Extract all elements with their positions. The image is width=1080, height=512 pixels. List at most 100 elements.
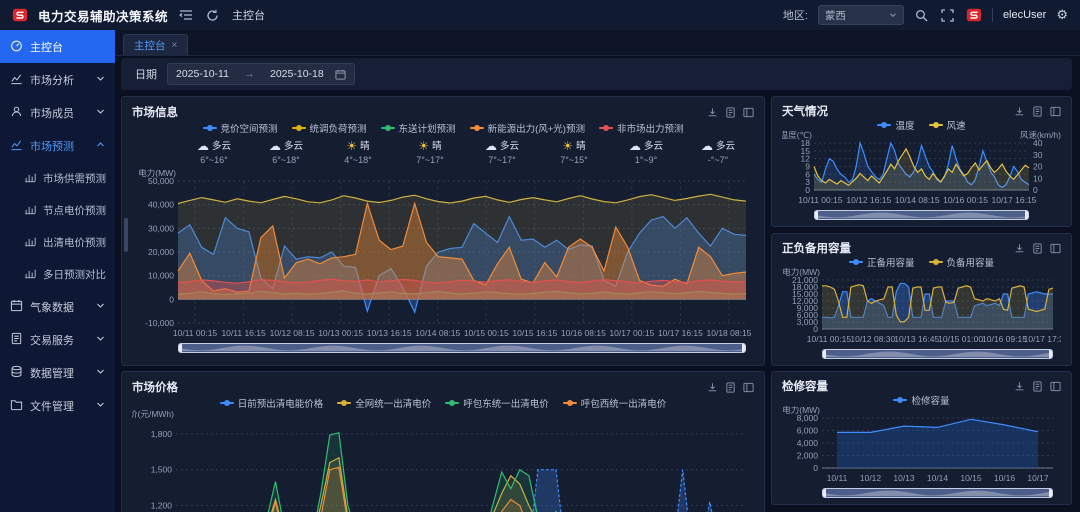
report-icon[interactable] bbox=[725, 107, 736, 118]
sun-icon: ☀ bbox=[418, 139, 429, 153]
svg-text:10/17 00:15: 10/17 00:15 bbox=[609, 328, 654, 338]
svg-text:10/13 16:45: 10/13 16:45 bbox=[894, 334, 939, 344]
username[interactable]: elecUser bbox=[1003, 9, 1046, 21]
sidebar-subitem-市场供需预测[interactable]: 市场供需预测 bbox=[0, 162, 115, 194]
panel-weather: 天气情况 温度风速 0369121518010203040温度(℃)风速(km/… bbox=[771, 96, 1072, 227]
chart-price: 9001,2001,5001,800电价(元/MWh) bbox=[132, 410, 754, 512]
datazoom-slider[interactable] bbox=[814, 210, 1029, 220]
sidebar-item-气象数据[interactable]: 气象数据 bbox=[0, 290, 115, 323]
svg-text:1,200: 1,200 bbox=[151, 500, 173, 510]
svg-text:10/14 08:15: 10/14 08:15 bbox=[895, 195, 940, 205]
chart-maintenance: 02,0004,0006,0008,000电力(MW)10/1110/1210/… bbox=[782, 406, 1061, 484]
legend-item-正备用容量[interactable]: 正备用容量 bbox=[849, 255, 915, 269]
legend-item-呼包西统一出清电价[interactable]: 呼包西统一出清电价 bbox=[563, 396, 667, 410]
legend-item-温度[interactable]: 温度 bbox=[877, 118, 914, 132]
sidebar-item-文件管理[interactable]: 文件管理 bbox=[0, 389, 115, 422]
card-toggle-icon[interactable] bbox=[743, 107, 754, 118]
card-toggle-icon[interactable] bbox=[743, 382, 754, 393]
weather-day: ☁多云6°~16° bbox=[178, 135, 250, 169]
tab-dashboard[interactable]: 主控台 × bbox=[123, 34, 188, 55]
svg-text:20: 20 bbox=[1033, 162, 1043, 172]
sidebar: 主控台市场分析市场成员市场预测市场供需预测节点电价预测出清电价预测多日预测对比气… bbox=[0, 30, 115, 512]
download-icon[interactable] bbox=[1014, 381, 1025, 392]
svg-text:0: 0 bbox=[813, 463, 818, 473]
settings-gear-icon[interactable]: ⚙ bbox=[1056, 7, 1068, 23]
chevron-down-icon bbox=[96, 400, 105, 412]
legend-item-呼包东统一出清电价[interactable]: 呼包东统一出清电价 bbox=[445, 396, 549, 410]
sidebar-item-市场成员[interactable]: 市场成员 bbox=[0, 96, 115, 129]
date-range-input[interactable]: 2025-10-11 → 2025-10-18 bbox=[167, 63, 355, 85]
tab-close-icon[interactable]: × bbox=[172, 40, 178, 51]
legend-item-竞价空间预测[interactable]: 竞价空间预测 bbox=[203, 121, 278, 135]
chevron-down-icon bbox=[96, 74, 105, 86]
chart-market-info: -10,000010,00020,00030,00040,00050,000电力… bbox=[132, 169, 754, 339]
region-select[interactable]: 蒙西 bbox=[818, 5, 904, 25]
panel-title-price: 市场价格 bbox=[132, 379, 707, 395]
svg-text:20,000: 20,000 bbox=[148, 247, 174, 257]
panel-reserve: 正负备用容量 正备用容量负备用容量 03,0006,0009,00012,000… bbox=[771, 233, 1072, 366]
svg-text:10/12 16:15: 10/12 16:15 bbox=[846, 195, 891, 205]
weather-day: ☀晴4°~18° bbox=[322, 135, 394, 169]
svg-text:10/16: 10/16 bbox=[994, 473, 1016, 483]
refresh-icon[interactable] bbox=[204, 7, 220, 23]
legend-item-检修容量[interactable]: 检修容量 bbox=[893, 393, 949, 407]
date-arrow: → bbox=[244, 68, 255, 80]
sidebar-subitem-多日预测对比[interactable]: 多日预测对比 bbox=[0, 258, 115, 290]
legend-item-东送计划预测[interactable]: 东送计划预测 bbox=[381, 121, 456, 135]
sun-icon: ☀ bbox=[346, 139, 357, 153]
svg-text:10/13: 10/13 bbox=[893, 473, 915, 483]
panel-title-maintenance: 检修容量 bbox=[782, 378, 1014, 394]
sidebar-subitem-节点电价预测[interactable]: 节点电价预测 bbox=[0, 194, 115, 226]
download-icon[interactable] bbox=[1014, 243, 1025, 254]
bar-chart-icon bbox=[24, 171, 36, 186]
report-icon[interactable] bbox=[725, 382, 736, 393]
sidebar-item-交易服务[interactable]: 交易服务 bbox=[0, 323, 115, 356]
svg-text:1,500: 1,500 bbox=[151, 465, 173, 475]
card-toggle-icon[interactable] bbox=[1050, 106, 1061, 117]
datazoom-slider[interactable] bbox=[822, 488, 1053, 498]
sidebar-item-数据管理[interactable]: 数据管理 bbox=[0, 356, 115, 389]
app-title: 电力交易辅助决策系统 bbox=[38, 6, 168, 25]
legend-item-负备用容量[interactable]: 负备用容量 bbox=[929, 255, 995, 269]
sidebar-item-主控台[interactable]: 主控台 bbox=[0, 30, 115, 63]
card-toggle-icon[interactable] bbox=[1050, 243, 1061, 254]
fullscreen-icon[interactable] bbox=[940, 7, 956, 23]
download-icon[interactable] bbox=[1014, 106, 1025, 117]
svg-text:6,000: 6,000 bbox=[797, 426, 819, 436]
svg-text:10/12: 10/12 bbox=[860, 473, 882, 483]
datazoom-slider[interactable] bbox=[822, 349, 1053, 359]
legend-item-风速[interactable]: 风速 bbox=[929, 118, 966, 132]
chart-weather: 0369121518010203040温度(℃)风速(km/h)10/11 00… bbox=[782, 131, 1061, 206]
sidebar-item-市场分析[interactable]: 市场分析 bbox=[0, 63, 115, 96]
report-icon[interactable] bbox=[1032, 243, 1043, 254]
tab-label: 主控台 bbox=[134, 38, 166, 53]
panel-title-market-info: 市场信息 bbox=[132, 104, 707, 120]
report-icon[interactable] bbox=[1032, 106, 1043, 117]
svg-text:电价(元/MWh): 电价(元/MWh) bbox=[132, 410, 174, 419]
sidebar-item-市场预测[interactable]: 市场预测 bbox=[0, 129, 115, 162]
weather-day: ☁多云7°~17° bbox=[466, 135, 538, 169]
svg-text:温度(℃): 温度(℃) bbox=[782, 131, 812, 140]
svg-text:电力(MW): 电力(MW) bbox=[782, 406, 820, 415]
download-icon[interactable] bbox=[707, 107, 718, 118]
svg-text:10/15 01:00: 10/15 01:00 bbox=[938, 334, 983, 344]
svg-text:-10,000: -10,000 bbox=[145, 318, 174, 328]
datazoom-slider[interactable] bbox=[178, 343, 746, 353]
search-icon[interactable] bbox=[914, 7, 930, 23]
card-toggle-icon[interactable] bbox=[1050, 381, 1061, 392]
download-icon[interactable] bbox=[707, 382, 718, 393]
svg-text:10/15 16:15: 10/15 16:15 bbox=[512, 328, 557, 338]
svg-text:10/11 00:15: 10/11 00:15 bbox=[807, 334, 852, 344]
legend-item-新能源出力(风+光)预测[interactable]: 新能源出力(风+光)预测 bbox=[470, 121, 585, 135]
y-datazoom-handle[interactable] bbox=[124, 218, 128, 252]
svg-text:10: 10 bbox=[1033, 173, 1043, 183]
legend-item-统调负荷预测[interactable]: 统调负荷预测 bbox=[292, 121, 367, 135]
menu-fold-icon[interactable] bbox=[178, 7, 194, 23]
svg-text:0: 0 bbox=[169, 294, 174, 304]
legend-item-日前预出清电能价格[interactable]: 日前预出清电能价格 bbox=[220, 396, 324, 410]
report-icon[interactable] bbox=[1032, 381, 1043, 392]
legend-maintenance: 检修容量 bbox=[782, 394, 1061, 406]
legend-item-全网统一出清电价[interactable]: 全网统一出清电价 bbox=[337, 396, 431, 410]
sidebar-subitem-出清电价预测[interactable]: 出清电价预测 bbox=[0, 226, 115, 258]
legend-item-非市场出力预测[interactable]: 非市场出力预测 bbox=[599, 121, 684, 135]
